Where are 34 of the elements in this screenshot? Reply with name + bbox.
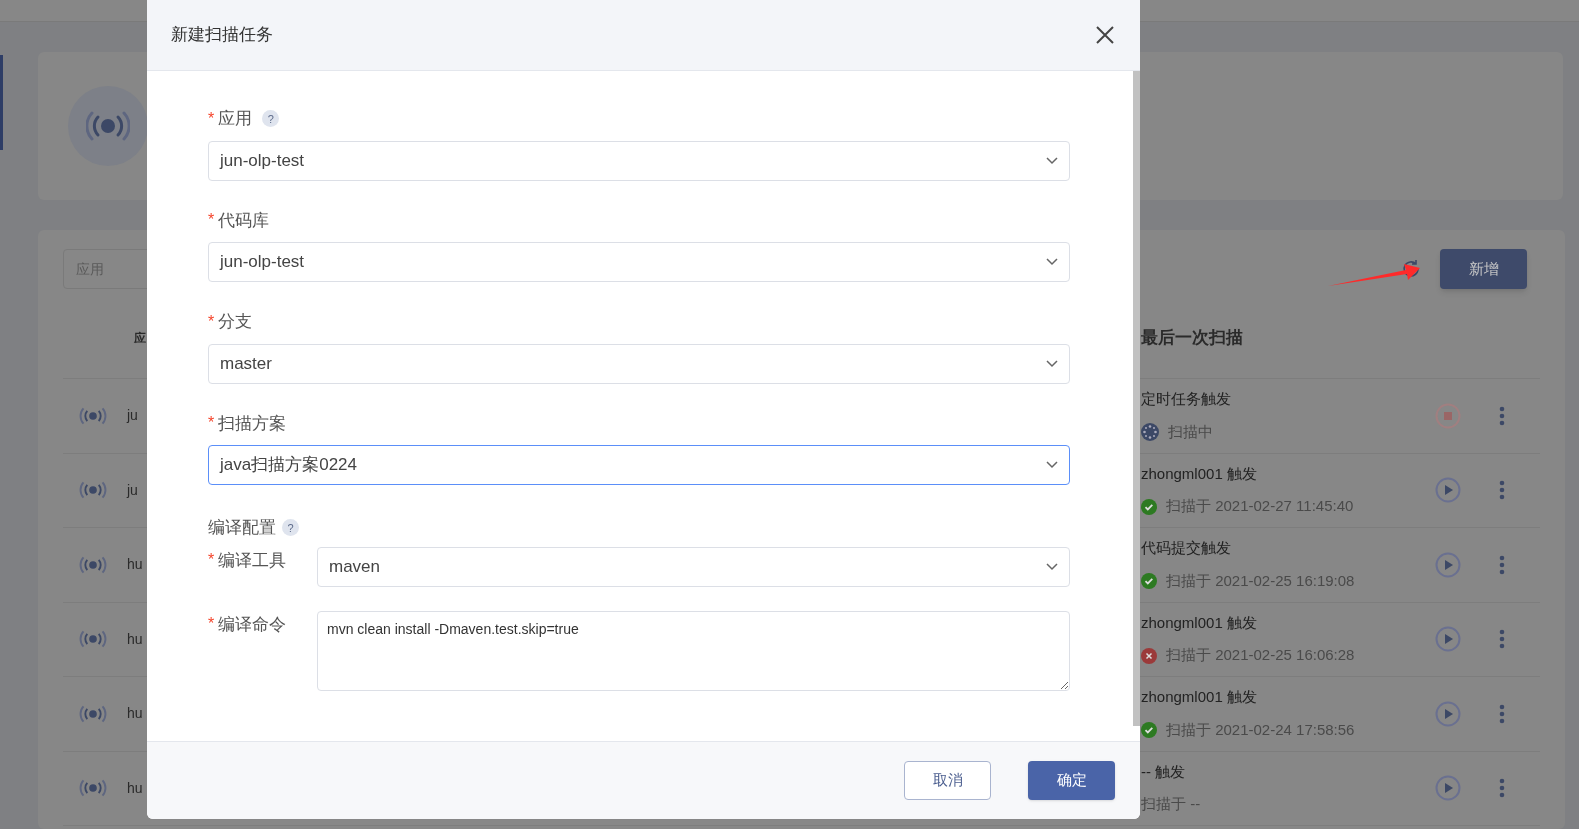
app-name: ju <box>127 406 138 426</box>
app-name: hu <box>127 778 143 798</box>
required-mark: * <box>208 311 215 332</box>
column-header: 最后一次扫描 <box>1141 326 1244 349</box>
app-name: hu <box>127 629 143 649</box>
required-mark: * <box>208 210 215 231</box>
status-text: 扫描于 2021-02-25 16:19:08 <box>1166 570 1355 591</box>
section-label: 编译配置 <box>208 517 276 539</box>
status-text: 扫描于 2021-02-24 17:58:56 <box>1166 719 1355 740</box>
app-name: hu <box>127 555 143 575</box>
field-label: 代码库 <box>218 209 270 232</box>
app-name: hu <box>127 704 143 724</box>
field-label: 分支 <box>218 311 253 333</box>
required-mark: * <box>208 613 215 634</box>
status-text: 扫描于 2021-02-27 11:45:40 <box>1166 496 1354 517</box>
required-mark: * <box>208 549 215 570</box>
trigger-text: zhongml001 触发 <box>1141 463 1258 484</box>
dialog-title: 新建扫描任务 <box>171 24 273 47</box>
field-label: 编译命令 <box>218 613 287 636</box>
field-label: 应用 <box>218 108 253 130</box>
status-text: 扫描于 -- <box>1141 794 1201 815</box>
trigger-text: -- 触发 <box>1141 761 1187 782</box>
app-name: ju <box>127 480 138 500</box>
field-label: 扫描方案 <box>218 412 287 435</box>
column-header: 应 <box>134 329 146 347</box>
trigger-text: 定时任务触发 <box>1141 389 1232 410</box>
trigger-text: zhongml001 触发 <box>1141 687 1258 708</box>
required-mark: * <box>208 108 215 129</box>
status-text: 扫描中 <box>1168 421 1213 442</box>
trigger-text: zhongml001 触发 <box>1141 612 1258 633</box>
required-mark: * <box>208 413 215 434</box>
field-label: 编译工具 <box>218 549 287 572</box>
trigger-text: 代码提交触发 <box>1141 538 1232 559</box>
status-text: 扫描于 2021-02-25 16:06:28 <box>1166 645 1355 666</box>
